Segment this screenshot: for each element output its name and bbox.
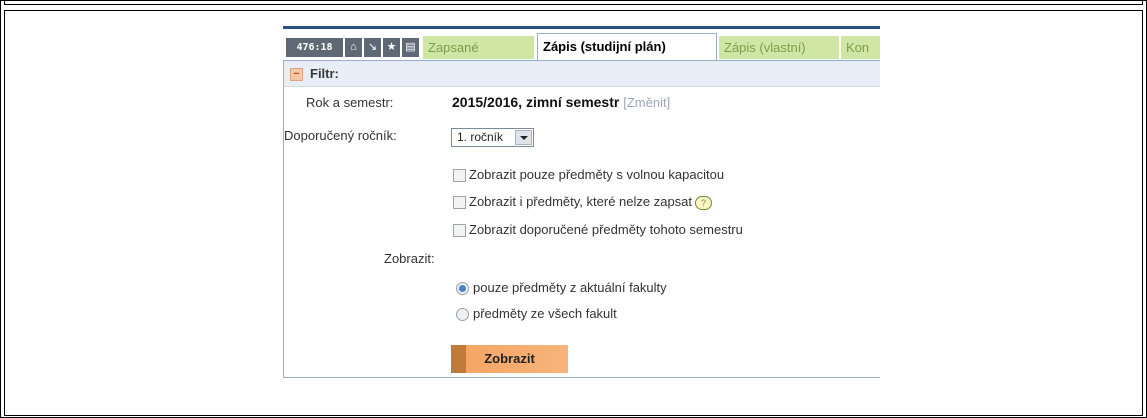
- filter-header[interactable]: − Filtr:: [284, 61, 880, 87]
- collapse-icon[interactable]: −: [290, 68, 303, 81]
- download-icon[interactable]: ↘: [364, 38, 381, 57]
- rocnik-selected-value: 1. ročník: [457, 130, 504, 144]
- home-icon[interactable]: ⌂: [345, 38, 362, 57]
- rocnik-label: Doporučený ročník:: [284, 128, 397, 143]
- print-icon[interactable]: ▤: [402, 38, 419, 57]
- zobrazit-label: Zobrazit:: [384, 251, 435, 266]
- rok-semestr-value: 2015/2016, zimní semestr: [452, 94, 620, 110]
- tab-kon[interactable]: Kon: [841, 36, 880, 59]
- tab-zapis-vlastni[interactable]: Zápis (vlastní): [719, 36, 839, 59]
- rok-semestr-row: 2015/2016, zimní semestr [Změnit]: [452, 94, 670, 110]
- radio-label: pouze předměty z aktuální fakulty: [473, 280, 667, 295]
- checkbox-label: Zobrazit pouze předměty s volnou kapacit…: [469, 167, 725, 182]
- radio-button[interactable]: [456, 282, 469, 295]
- tab-zapis-studijni-plan[interactable]: Zápis (studijní plán): [537, 33, 717, 63]
- tab-bar: 476:18 ⌂ ↘ ★ ▤ Zapsané Zápis (studijní p…: [283, 26, 880, 63]
- rocnik-select[interactable]: 1. ročník: [451, 128, 534, 147]
- filter-title: Filtr:: [310, 66, 339, 81]
- zmenit-link[interactable]: [Změnit]: [623, 95, 670, 110]
- zobrazit-button[interactable]: Zobrazit: [451, 345, 568, 373]
- screenshot-region: 476:18 ⌂ ↘ ★ ▤ Zapsané Zápis (studijní p…: [283, 26, 880, 378]
- checkbox-box[interactable]: [453, 169, 466, 182]
- checkbox-box[interactable]: [453, 196, 466, 209]
- rok-semestr-label: Rok a semestr:: [306, 95, 394, 110]
- checkbox-row-text: Zobrazit i předměty, které nelze zapsat?: [469, 194, 713, 210]
- checkbox-label: Zobrazit doporučené předměty tohoto seme…: [469, 222, 743, 237]
- checkbox-label: Zobrazit i předměty, které nelze zapsat: [469, 194, 693, 209]
- radio-label: předměty ze všech fakult: [473, 306, 617, 321]
- tab-zapsane[interactable]: Zapsané: [423, 36, 534, 59]
- checkbox-box[interactable]: [453, 224, 466, 237]
- top-strip: [4, 0, 1143, 5]
- help-icon[interactable]: ?: [695, 195, 713, 210]
- radio-button[interactable]: [456, 308, 469, 321]
- chevron-down-icon[interactable]: [515, 130, 532, 145]
- filter-panel: − Filtr: Rok a semestr: 2015/2016, zimní…: [283, 60, 880, 378]
- session-counter: 476:18: [286, 38, 343, 57]
- star-icon[interactable]: ★: [383, 38, 400, 57]
